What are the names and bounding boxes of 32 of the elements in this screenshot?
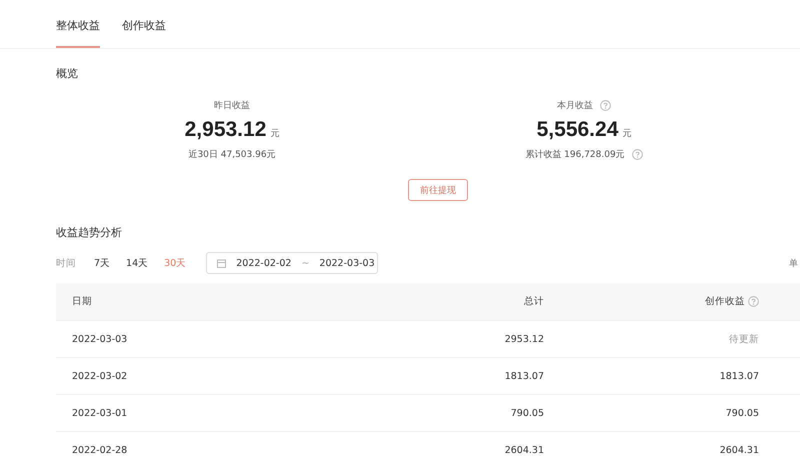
stat-value: 5,556.24 bbox=[536, 118, 618, 142]
range-option[interactable]: 7天 bbox=[94, 256, 110, 270]
stat-subtext: 近30日 47,503.96元 bbox=[188, 148, 276, 161]
table-cell: 1813.07 bbox=[293, 358, 545, 394]
table-cell: 2604.31 bbox=[293, 432, 545, 468]
tab[interactable]: 整体收益 bbox=[56, 16, 100, 48]
table-cell: 790.05 bbox=[293, 394, 545, 432]
table-cell: 2604.31 bbox=[545, 432, 800, 468]
stat-label: 本月收益 bbox=[557, 100, 593, 112]
section-title: 收益趋势分析 bbox=[56, 225, 123, 240]
stat-value: 2,953.12 bbox=[184, 118, 266, 142]
filter-label: 时间 bbox=[56, 256, 76, 270]
table-cell: 2022-03-03 bbox=[56, 320, 293, 358]
table-cell: 待更新 bbox=[545, 320, 800, 358]
column-header: 创作收益 bbox=[705, 296, 745, 307]
range-option[interactable]: 14天 bbox=[126, 256, 148, 270]
date-range-field[interactable]: 2022-02-02 ~ 2022-03-03 bbox=[206, 252, 378, 274]
unit-label: 元 bbox=[622, 128, 632, 140]
tab[interactable]: 创作收益 bbox=[122, 16, 166, 48]
column-header: 日期 bbox=[72, 296, 92, 307]
table-cell: 1813.07 bbox=[545, 358, 800, 394]
column-header: 总计 bbox=[524, 296, 544, 307]
table-cell: 790.05 bbox=[545, 394, 800, 432]
unit-label: 单 bbox=[789, 258, 798, 270]
stat-label: 昨日收益 bbox=[214, 100, 250, 112]
table-cell: 2953.12 bbox=[293, 320, 545, 358]
unit-label: 元 bbox=[270, 128, 280, 140]
table-cell: 2022-03-02 bbox=[56, 358, 293, 394]
stat-subtext: 累计收益 196,728.09元 bbox=[525, 148, 625, 161]
table-cell: 2022-02-28 bbox=[56, 432, 293, 468]
section-title: 概览 bbox=[56, 66, 79, 81]
table-cell: 2022-03-01 bbox=[56, 394, 293, 432]
